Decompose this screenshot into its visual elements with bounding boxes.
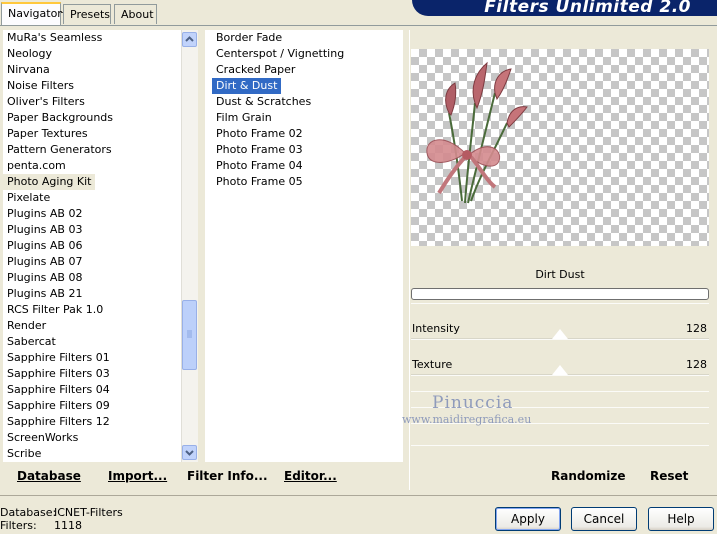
filter-item[interactable]: Dust & Scratches: [212, 94, 315, 110]
category-item[interactable]: Sapphire Filters 04: [3, 382, 114, 398]
category-item[interactable]: Photo Aging Kit: [3, 174, 96, 190]
filter-info-button[interactable]: Filter Info...: [187, 469, 268, 483]
param-label: Intensity: [412, 322, 460, 335]
category-item[interactable]: Render: [3, 318, 50, 334]
category-item[interactable]: Plugins AB 21: [3, 286, 86, 302]
randomize-label: Randomize: [551, 469, 626, 483]
category-item[interactable]: Sapphire Filters 03: [3, 366, 114, 382]
filter-item[interactable]: Border Fade: [212, 30, 286, 46]
category-item[interactable]: Plugins AB 03: [3, 222, 86, 238]
database-status-label: Database:: [0, 506, 57, 519]
editor-label: Editor...: [284, 469, 337, 483]
filter-item[interactable]: Photo Frame 02: [212, 126, 307, 142]
filter-list[interactable]: Border Fade Centerspot / Vignetting Cracke…: [205, 30, 403, 462]
preview-image: [411, 49, 709, 246]
category-item[interactable]: ScreenWorks: [3, 430, 82, 446]
filter-item[interactable]: Photo Frame 04: [212, 158, 307, 174]
category-item[interactable]: Pattern Generators: [3, 142, 116, 158]
app-banner: Filters Unlimited 2.0: [412, 0, 717, 16]
category-item[interactable]: Plugins AB 07: [3, 254, 86, 270]
editor-button[interactable]: Editor...: [284, 469, 337, 483]
category-item[interactable]: Paper Textures: [3, 126, 92, 142]
category-scrollbar[interactable]: [181, 30, 198, 462]
tab-about[interactable]: About: [114, 4, 157, 24]
apply-button[interactable]: Apply: [495, 507, 561, 531]
chevron-down-icon: [185, 450, 194, 456]
tab-presets[interactable]: Presets: [63, 4, 111, 24]
category-item[interactable]: Plugins AB 08: [3, 270, 86, 286]
category-item[interactable]: MuRa's Seamless: [3, 30, 106, 46]
category-item[interactable]: Oliver's Filters: [3, 94, 89, 110]
database-button[interactable]: Database: [17, 469, 81, 483]
database-label: Database: [17, 469, 81, 483]
scroll-up-button[interactable]: [182, 32, 197, 47]
texture-slider[interactable]: Texture 128: [411, 356, 709, 376]
category-item[interactable]: Neology: [3, 46, 56, 62]
filter-item[interactable]: Dirt & Dust: [210, 77, 283, 95]
category-item[interactable]: Sapphire Filters 01: [3, 350, 114, 366]
import-button[interactable]: Import...: [108, 469, 167, 483]
param-value: 128: [686, 322, 707, 335]
category-item[interactable]: Sapphire Filters 09: [3, 398, 114, 414]
divider: [411, 445, 709, 446]
filter-info-label: Filter Info...: [187, 469, 268, 483]
category-item[interactable]: RCS Filter Pak 1.0: [3, 302, 107, 318]
intensity-slider[interactable]: Intensity 128: [411, 320, 709, 340]
category-item[interactable]: penta.com: [3, 158, 70, 174]
category-item[interactable]: Noise Filters: [3, 78, 78, 94]
help-button[interactable]: Help: [648, 507, 714, 531]
grip-icon: [187, 330, 192, 338]
category-item[interactable]: Nirvana: [3, 62, 54, 78]
slider-knob[interactable]: [552, 329, 568, 339]
divider: [411, 391, 709, 392]
help-label: Help: [667, 512, 695, 526]
tab-label: About: [121, 8, 154, 21]
watermark-name: Pinuccia: [432, 393, 514, 413]
category-item[interactable]: Plugins AB 06: [3, 238, 86, 254]
filter-item[interactable]: Film Grain: [212, 110, 276, 126]
cancel-label: Cancel: [583, 512, 625, 526]
filters-status-label: Filters:: [0, 519, 37, 532]
watermark-url: www.maidiregrafica.eu: [402, 413, 532, 426]
tab-label: Presets: [70, 8, 111, 21]
divider: [411, 303, 709, 304]
divider: [0, 495, 717, 496]
category-list[interactable]: MuRa's Seamless Neology Nirvana Noise Filte…: [3, 30, 181, 462]
randomize-button[interactable]: Randomize: [551, 469, 625, 483]
import-label: Import...: [108, 469, 168, 483]
category-item[interactable]: Plugins AB 02: [3, 206, 86, 222]
param-label: Texture: [412, 358, 453, 371]
category-item[interactable]: Sabercat: [3, 334, 60, 350]
apply-label: Apply: [511, 512, 545, 526]
filter-item[interactable]: Cracked Paper: [212, 62, 299, 78]
tab-label: Navigator: [8, 7, 62, 20]
tab-navigator-active[interactable]: Navigator: [1, 2, 62, 26]
filter-name-label: Dirt Dust: [535, 268, 585, 281]
filter-item[interactable]: Centerspot / Vignetting: [212, 46, 348, 62]
filter-item[interactable]: Photo Frame 03: [212, 142, 307, 158]
scroll-thumb[interactable]: [182, 300, 197, 370]
cancel-button[interactable]: Cancel: [571, 507, 637, 531]
database-status-value: ICNET-Filters: [54, 506, 123, 519]
slider-knob[interactable]: [552, 365, 568, 375]
tab-frame-border: [0, 25, 717, 26]
param-value: 128: [686, 358, 707, 371]
reset-label: Reset: [650, 469, 689, 483]
category-item[interactable]: Paper Backgrounds: [3, 110, 117, 126]
category-item[interactable]: Pixelate: [3, 190, 54, 206]
chevron-up-icon: [185, 36, 194, 42]
reset-button[interactable]: Reset: [650, 469, 688, 483]
progress-bar: [411, 288, 709, 300]
flower-bouquet-image: [426, 61, 528, 204]
filters-status-value: 1118: [54, 519, 82, 532]
scroll-down-button[interactable]: [182, 445, 197, 460]
filter-item[interactable]: Photo Frame 05: [212, 174, 307, 190]
category-item[interactable]: Scribe: [3, 446, 45, 462]
category-item[interactable]: Sapphire Filters 12: [3, 414, 114, 430]
